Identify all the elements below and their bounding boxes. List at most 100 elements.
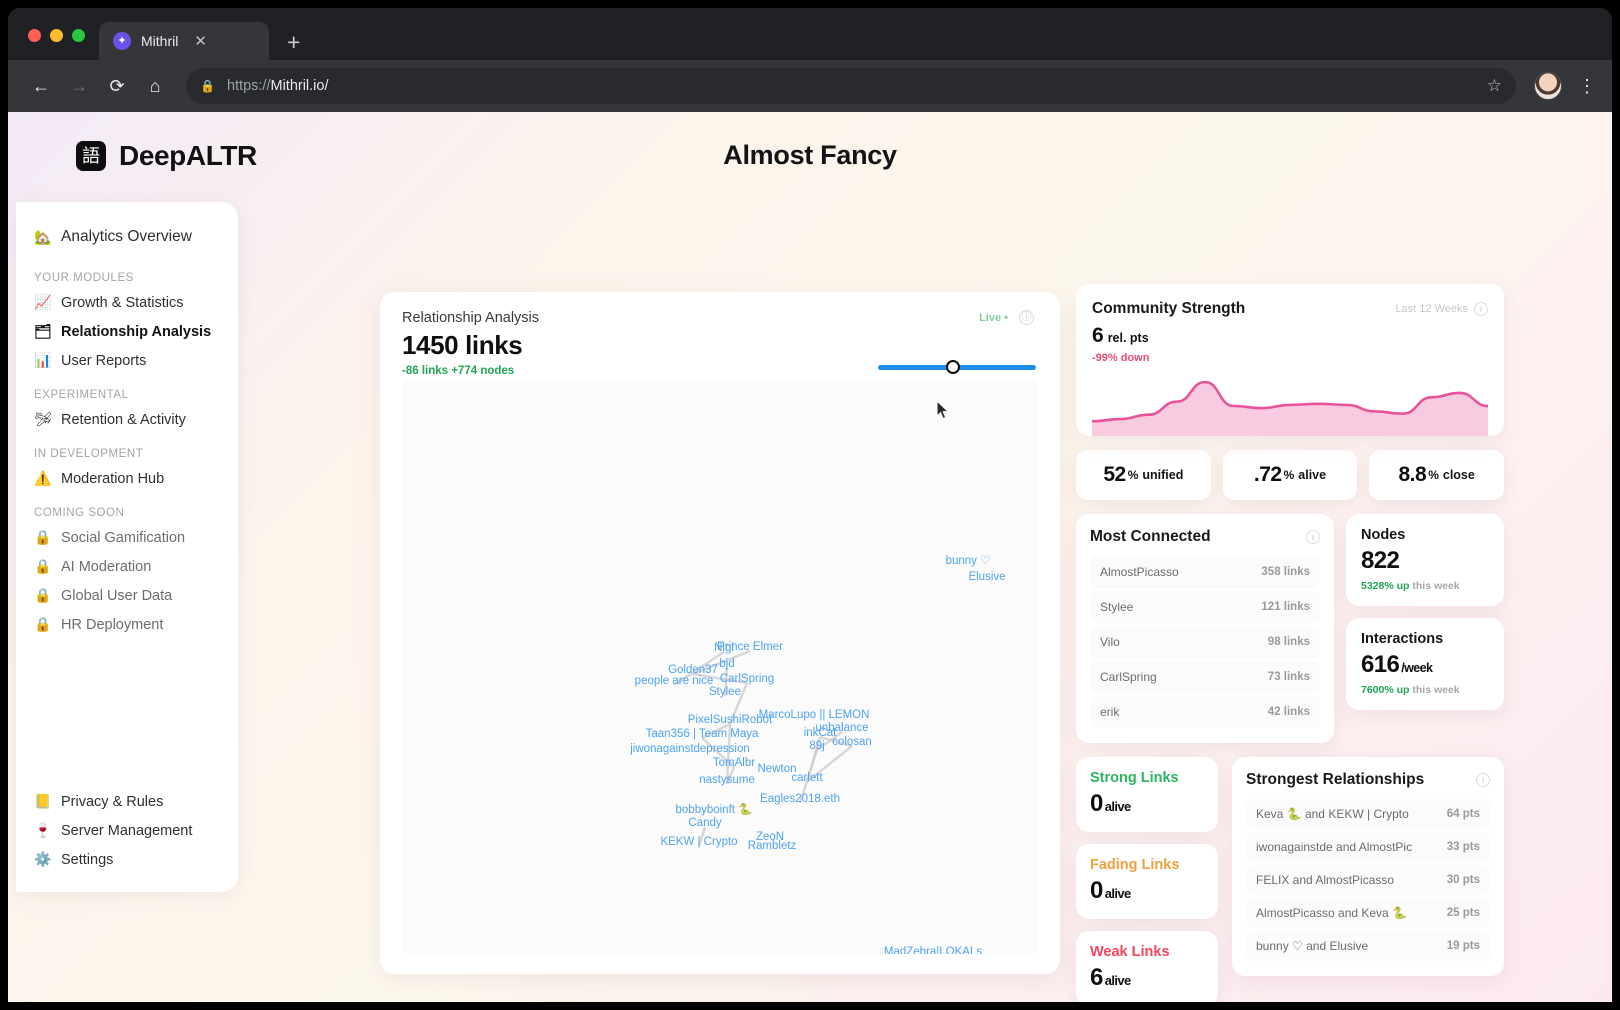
kpi-unified[interactable]: 52% unified <box>1076 450 1211 500</box>
sidebar-item-relationship-analysis[interactable]: 🗂 Relationship Analysis <box>16 317 238 346</box>
graph-node-label[interactable]: jiwonagainstdepression <box>630 743 750 755</box>
list-item[interactable]: FELIX and AlmostPicasso 30 pts <box>1246 865 1490 895</box>
graph-node-label[interactable]: Candy <box>688 817 721 829</box>
server-icon: 🍷 <box>34 822 52 838</box>
graph-node-label[interactable]: people are nice <box>635 675 714 687</box>
notebook-icon: 📒 <box>34 793 52 809</box>
sidebar-item-growth-statistics[interactable]: 📈 Growth & Statistics <box>16 288 238 317</box>
graph-node-label[interactable]: bjd <box>719 658 734 670</box>
graph-node-label[interactable]: KEKW | Crypto <box>660 836 737 848</box>
kpi-alive[interactable]: .72% alive <box>1222 450 1358 500</box>
browser-tab[interactable]: ✦ Mithril ✕ <box>99 22 269 60</box>
graph-node-label[interactable]: Taan356 | Team Maya <box>646 728 759 740</box>
sidebar-item-privacy-rules[interactable]: 📒 Privacy & Rules <box>16 787 238 816</box>
sidebar-item-label: Growth & Statistics <box>61 294 184 311</box>
relationship-value: 64 pts <box>1446 808 1480 820</box>
minimize-window-button[interactable] <box>50 29 63 42</box>
graph-node-label[interactable]: MadZebra|LOKALs <box>884 946 982 954</box>
sidebar-item-label: Settings <box>61 851 114 868</box>
strongest-relationships-card: Strongest Relationships i Keva 🐍 and KEK… <box>1232 757 1504 976</box>
close-window-button[interactable] <box>28 29 41 42</box>
graph-node-label[interactable]: MarcoLupo || LEMON <box>759 709 870 721</box>
relationship-value: 30 pts <box>1446 874 1480 886</box>
most-connected-card: Most Connected i AlmostPicasso 358 links … <box>1076 514 1334 743</box>
info-icon[interactable]: i <box>1474 302 1488 316</box>
info-icon[interactable]: i <box>1306 530 1320 544</box>
graph-node-label[interactable]: Elusive <box>968 571 1005 583</box>
sidebar-item-retention-activity[interactable]: 🛩 Retention & Activity <box>16 405 238 434</box>
sidebar-item-label: Privacy & Rules <box>61 793 164 810</box>
list-item[interactable]: CarlSpring 73 links <box>1090 661 1320 693</box>
list-item[interactable]: Keva 🐍 and KEKW | Crypto 64 pts <box>1246 799 1490 829</box>
list-item[interactable]: iwonagainstde and AlmostPic 33 pts <box>1246 832 1490 862</box>
new-tab-button[interactable]: + <box>287 31 300 54</box>
community-value: 6 rel. pts <box>1092 324 1488 348</box>
list-item[interactable]: Stylee 121 links <box>1090 591 1320 623</box>
kpi-percent: % <box>1428 468 1439 482</box>
graph-node-label[interactable]: 89j <box>809 740 824 752</box>
stat-number-unit: /week <box>1401 661 1433 675</box>
maximize-window-button[interactable] <box>72 29 85 42</box>
sidebar-item-social-gamification[interactable]: 🔒 Social Gamification <box>16 523 238 552</box>
plane-icon: 🛩 <box>34 411 52 427</box>
sidebar-item-global-user-data[interactable]: 🔒 Global User Data <box>16 581 238 610</box>
graph-node-label[interactable]: colosan <box>832 736 872 748</box>
weak-links-card: Weak Links 6 alive <box>1076 931 1218 1002</box>
bookmark-star-icon[interactable]: ☆ <box>1487 76 1502 96</box>
list-item[interactable]: AlmostPicasso and Keva 🐍 25 pts <box>1246 898 1490 928</box>
connection-name: AlmostPicasso <box>1100 565 1179 579</box>
close-icon[interactable]: ✕ <box>194 32 207 50</box>
graph-node-label[interactable]: Stylee <box>709 686 741 698</box>
reload-icon[interactable]: ⟳ <box>100 69 134 103</box>
info-icon[interactable]: i <box>1476 773 1490 787</box>
graph-node-label[interactable]: TomAlbr <box>713 757 755 769</box>
kpi-close[interactable]: 8.8% close <box>1369 450 1505 500</box>
sidebar-item-label: Relationship Analysis <box>61 323 212 340</box>
graph-range-slider[interactable] <box>878 358 1036 376</box>
sidebar-item-moderation-hub[interactable]: ⚠️ Moderation Hub <box>16 464 238 493</box>
kpi-label: alive <box>1298 468 1327 482</box>
graph-node-label[interactable]: nastysume <box>699 774 755 786</box>
sidebar: 🏡 Analytics Overview YOUR MODULES 📈 Grow… <box>16 202 238 892</box>
profile-avatar[interactable] <box>1534 72 1562 100</box>
gear-icon: ⚙️ <box>34 851 52 867</box>
url-host: Mithril.io/ <box>270 78 329 94</box>
lock-icon: 🔒 <box>34 558 52 574</box>
graph-node-label[interactable]: Prince Elmer <box>717 641 783 653</box>
graph-node-label[interactable]: carlett <box>791 772 822 784</box>
graph-node-label[interactable]: Rambletz <box>748 840 797 852</box>
fading-links-card: Fading Links 0 alive <box>1076 844 1218 919</box>
forward-icon[interactable]: → <box>62 69 96 103</box>
graph-node-label[interactable]: unbalance <box>815 722 868 734</box>
sidebar-item-label: User Reports <box>61 352 147 369</box>
browser-menu-icon[interactable]: ⋮ <box>1578 76 1596 97</box>
graph-node-label[interactable]: Eagles2018.eth <box>760 793 840 805</box>
connection-value: 98 links <box>1267 636 1310 648</box>
info-icon[interactable]: ⓘ <box>1019 310 1034 325</box>
relationship-value: 19 pts <box>1446 940 1480 952</box>
graph-node-label[interactable]: bobbyboinft 🐍 <box>676 802 753 816</box>
sidebar-item-ai-moderation[interactable]: 🔒 AI Moderation <box>16 552 238 581</box>
list-item[interactable]: erik 42 links <box>1090 696 1320 728</box>
sidebar-item-analytics-overview[interactable]: 🏡 Analytics Overview <box>16 224 238 258</box>
sidebar-item-server-management[interactable]: 🍷 Server Management <box>16 816 238 845</box>
link-card-value: 6 <box>1090 964 1103 991</box>
list-item[interactable]: bunny ♡ and Elusive 19 pts <box>1246 931 1490 961</box>
sidebar-item-settings[interactable]: ⚙️ Settings <box>16 845 238 874</box>
relationship-name: FELIX and AlmostPicasso <box>1256 873 1395 887</box>
back-icon[interactable]: ← <box>24 69 58 103</box>
graph-card-headline: 1450 links <box>402 330 523 360</box>
list-item[interactable]: Vilo 98 links <box>1090 626 1320 658</box>
sidebar-item-user-reports[interactable]: 📊 User Reports <box>16 346 238 375</box>
url-text: https://Mithril.io/ <box>227 78 329 94</box>
graph-node-label[interactable]: CarlSpring <box>720 673 774 685</box>
sidebar-item-hr-deployment[interactable]: 🔒 HR Deployment <box>16 610 238 639</box>
list-item[interactable]: AlmostPicasso 358 links <box>1090 556 1320 588</box>
slider-knob[interactable] <box>945 360 960 374</box>
right-column: Community Strength Last 12 Weeks i 6 rel.… <box>1076 284 1505 1002</box>
address-bar[interactable]: 🔒 https://Mithril.io/ ☆ <box>186 68 1516 104</box>
network-graph-canvas[interactable]: bunny ♡ Elusive Nigl Prince Elmer bjd Golden3… <box>402 380 1038 954</box>
home-icon[interactable]: ⌂ <box>138 69 172 103</box>
graph-node-label[interactable]: bunny ♡ <box>946 553 991 567</box>
